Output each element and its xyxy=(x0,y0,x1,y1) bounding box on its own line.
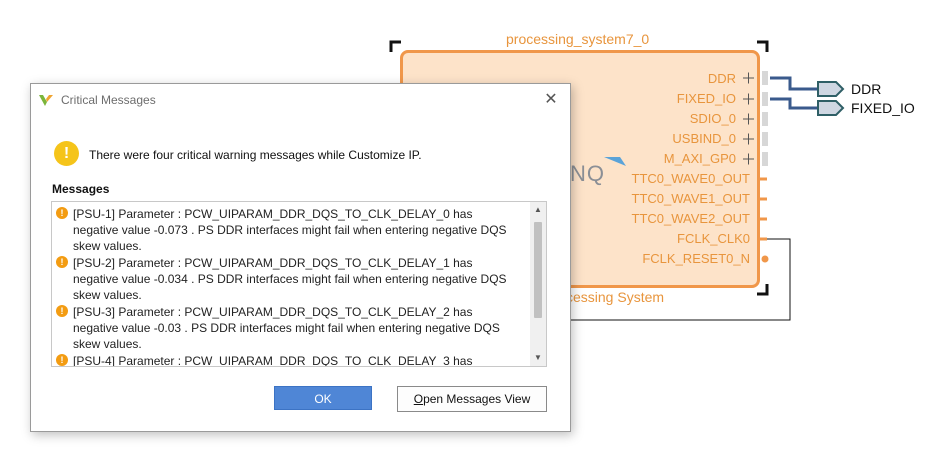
message-line: [PSU-2] Parameter : PCW_UIPARAM_DDR_DQS_… xyxy=(73,256,473,270)
reset-pin-dot xyxy=(761,255,769,263)
message-line: [PSU-3] Parameter : PCW_UIPARAM_DDR_DQS_… xyxy=(73,305,473,319)
message-line: [PSU-4] Parameter : PCW_UIPARAM_DDR_DQS_… xyxy=(73,354,473,367)
scroll-up-icon[interactable]: ▲ xyxy=(530,203,546,217)
messages-list: ! [PSU-1] Parameter : PCW_UIPARAM_DDR_DQ… xyxy=(52,202,530,367)
message-item[interactable]: ! [PSU-2] Parameter : PCW_UIPARAM_DDR_DQ… xyxy=(52,251,530,302)
message-item[interactable]: ! [PSU-3] Parameter : PCW_UIPARAM_DDR_DQ… xyxy=(52,300,530,351)
critical-warning-icon: ! xyxy=(56,305,68,317)
summary-text: There were four critical warning message… xyxy=(89,148,422,162)
critical-warning-icon: ! xyxy=(56,256,68,268)
open-messages-view-label: pen Messages View xyxy=(423,392,531,406)
dialog-titlebar[interactable]: Critical Messages ✕ xyxy=(31,84,570,116)
message-line: [PSU-1] Parameter : PCW_UIPARAM_DDR_DQS_… xyxy=(73,207,473,221)
critical-warning-icon: ! xyxy=(56,207,68,219)
warning-icon: ! xyxy=(54,141,79,166)
expand-plus-icons xyxy=(743,72,754,165)
scroll-thumb[interactable] xyxy=(534,222,542,318)
critical-messages-dialog: Critical Messages ✕ ! There were four cr… xyxy=(30,83,571,432)
open-messages-view-mnemonic: O xyxy=(413,392,424,406)
interface-pin-bars xyxy=(762,71,768,166)
message-item[interactable]: ! [PSU-1] Parameter : PCW_UIPARAM_DDR_DQ… xyxy=(52,202,530,253)
message-item[interactable]: ! [PSU-4] Parameter : PCW_UIPARAM_DDR_DQ… xyxy=(52,349,530,367)
ok-button[interactable]: OK xyxy=(274,386,372,410)
dialog-title: Critical Messages xyxy=(61,93,156,107)
message-line: negative value -0.073 . PS DDR interface… xyxy=(73,223,507,237)
vivado-logo-icon xyxy=(39,95,53,106)
messages-heading: Messages xyxy=(52,182,110,196)
critical-warning-icon: ! xyxy=(56,354,68,366)
messages-scrollbar[interactable]: ▲ ▼ xyxy=(530,202,546,366)
close-icon[interactable]: ✕ xyxy=(540,89,562,111)
scroll-down-icon[interactable]: ▼ xyxy=(530,351,546,365)
ip-block-subtitle: cessing System xyxy=(566,289,665,305)
signal-pin-stubs xyxy=(760,177,767,241)
messages-list-box[interactable]: ! [PSU-1] Parameter : PCW_UIPARAM_DDR_DQ… xyxy=(51,201,547,367)
message-line: negative value -0.034 . PS DDR interface… xyxy=(73,272,507,286)
open-messages-view-button[interactable]: Open Messages View xyxy=(397,386,547,412)
message-line: negative value -0.03 . PS DDR interfaces… xyxy=(73,321,500,335)
